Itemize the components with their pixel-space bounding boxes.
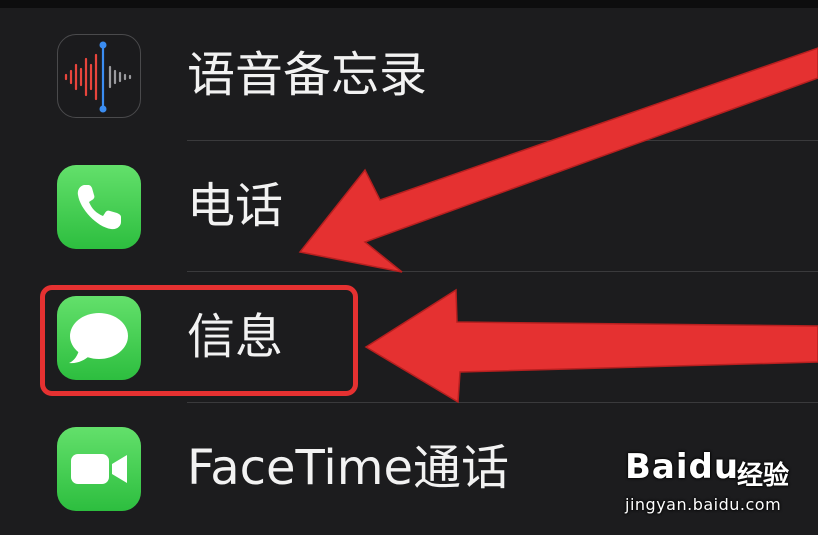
- baidu-watermark: Baidu 经验 jingyan.baidu.com: [625, 445, 815, 525]
- arrow-to-messages: [364, 288, 818, 404]
- watermark-url: jingyan.baidu.com: [625, 495, 782, 514]
- watermark-brand: Baidu: [625, 447, 740, 487]
- arrow-to-phone: [298, 47, 818, 273]
- watermark-sub: 经验: [737, 461, 790, 491]
